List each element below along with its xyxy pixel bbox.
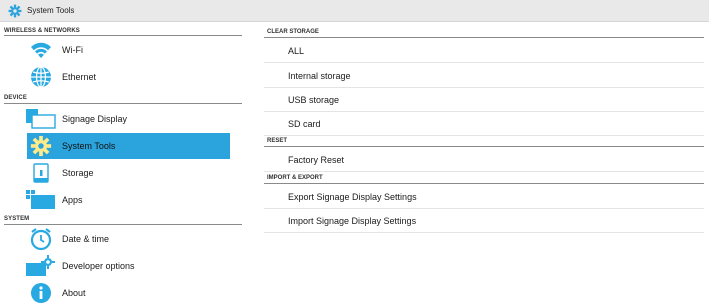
clock-icon — [26, 226, 56, 252]
divider — [4, 103, 242, 104]
storage-icon — [26, 160, 56, 186]
sidebar-item-about[interactable]: About — [0, 280, 242, 306]
item-label: Factory Reset — [288, 154, 345, 165]
sidebar: WIRELESS & NETWORKS Wi-Fi Ethernet DEVIC… — [0, 27, 242, 307]
divider — [4, 35, 242, 36]
item-label: Import Signage Display Settings — [288, 215, 417, 226]
clear-usb-storage-item[interactable]: USB storage — [264, 88, 704, 112]
item-label: Export Signage Display Settings — [288, 191, 417, 202]
sidebar-item-signage-display[interactable]: Signage Display — [0, 106, 242, 132]
clear-sd-card-item[interactable]: SD card — [264, 112, 704, 136]
settings-content: CLEAR STORAGE ALL Internal storage USB s… — [264, 27, 709, 307]
import-settings-item[interactable]: Import Signage Display Settings — [264, 209, 704, 233]
section-header-clear-storage: CLEAR STORAGE — [267, 29, 319, 35]
sidebar-item-system-tools[interactable]: System Tools — [27, 133, 230, 159]
clear-internal-storage-item[interactable]: Internal storage — [264, 64, 704, 88]
globe-icon — [26, 64, 56, 90]
divider — [4, 224, 242, 225]
info-icon — [26, 280, 56, 306]
item-label: ALL — [288, 45, 305, 56]
sidebar-item-label: Wi-Fi — [62, 45, 83, 55]
sidebar-item-wifi[interactable]: Wi-Fi — [0, 37, 242, 63]
window-title: System Tools — [27, 6, 75, 15]
divider — [264, 183, 704, 184]
section-header-device: DEVICE — [4, 95, 27, 101]
sidebar-item-label: Storage — [62, 168, 94, 178]
wifi-icon — [26, 37, 56, 63]
item-label: USB storage — [288, 94, 340, 105]
sidebar-item-label: Developer options — [62, 261, 135, 271]
sidebar-item-label: Signage Display — [62, 114, 128, 124]
section-header-wireless: WIRELESS & NETWORKS — [4, 28, 80, 34]
sidebar-item-label: Apps — [62, 195, 83, 205]
sidebar-item-ethernet[interactable]: Ethernet — [0, 64, 242, 90]
section-header-system: SYSTEM — [4, 216, 30, 222]
sidebar-item-storage[interactable]: Storage — [0, 160, 242, 186]
display-icon — [26, 106, 56, 132]
sidebar-item-apps[interactable]: Apps — [0, 187, 242, 213]
sidebar-item-developer-options[interactable]: Developer options — [0, 253, 242, 279]
item-label: SD card — [288, 118, 321, 129]
sidebar-item-label: About — [62, 288, 86, 298]
divider — [264, 146, 704, 147]
gear-icon — [26, 133, 56, 159]
sidebar-item-date-time[interactable]: Date & time — [0, 226, 242, 252]
sidebar-item-label: Ethernet — [62, 72, 97, 82]
factory-reset-item[interactable]: Factory Reset — [264, 148, 704, 172]
clear-all-item[interactable]: ALL — [264, 39, 704, 63]
title-bar: System Tools — [0, 0, 709, 22]
export-settings-item[interactable]: Export Signage Display Settings — [264, 185, 704, 209]
gear-icon — [8, 4, 22, 18]
section-header-reset: RESET — [267, 138, 288, 144]
item-label: Internal storage — [288, 70, 351, 81]
apps-icon — [26, 187, 56, 213]
sidebar-item-label: System Tools — [62, 141, 116, 151]
divider — [264, 37, 704, 38]
section-header-import-export: IMPORT & EXPORT — [267, 175, 323, 181]
sidebar-item-label: Date & time — [62, 234, 110, 244]
developer-icon — [26, 253, 56, 279]
